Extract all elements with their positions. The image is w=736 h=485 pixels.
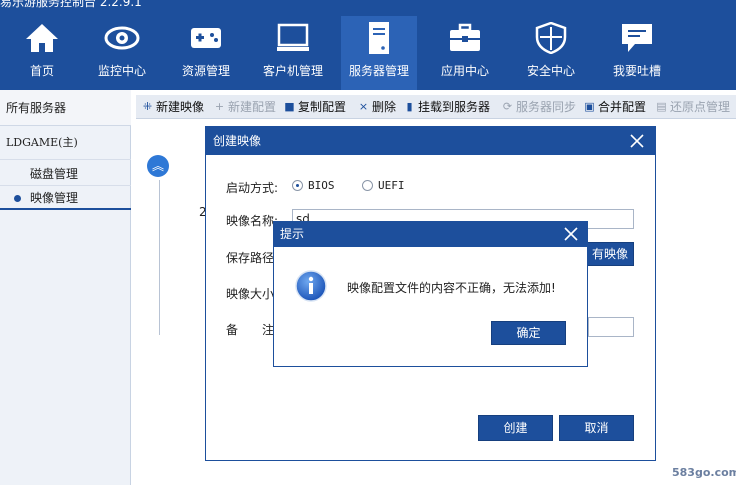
eye-icon xyxy=(104,26,140,50)
new-config-label: 新建配置 xyxy=(228,100,277,114)
nav-clients[interactable]: 客户机管理 xyxy=(251,16,335,90)
nav-monitor[interactable]: 监控中心 xyxy=(80,16,164,90)
copy-config-label: 复制配置 xyxy=(298,100,347,114)
delete-label: 删除 xyxy=(372,100,397,114)
new-image-label: 新建映像 xyxy=(156,100,205,114)
create-button[interactable]: 创建 xyxy=(478,415,553,441)
boot-mode-label: 启动方式: xyxy=(226,181,279,195)
sidebar-item-disk[interactable]: 磁盘管理 xyxy=(0,162,131,186)
info-icon xyxy=(295,270,327,302)
nav-monitor-label: 监控中心 xyxy=(97,64,146,78)
boot-bios-label: BIOS xyxy=(308,179,335,192)
watermark: 583go.com xyxy=(672,466,736,479)
alert-title: 提示 xyxy=(274,222,587,247)
nav-home-label: 首页 xyxy=(29,64,54,78)
server-sync-button[interactable]: ⟳ 服务器同步 xyxy=(500,95,576,119)
top-bar: 易乐游服务控制台 2.2.9.1 首页 监控中心 资源管理 客户机管理 服务器管… xyxy=(0,0,736,90)
boot-uefi-label: UEFI xyxy=(378,179,405,192)
sidebar-server-group[interactable]: LDGAME(主) xyxy=(0,126,131,160)
nav-apps[interactable]: 应用中心 xyxy=(423,16,507,90)
ok-button[interactable]: 确定 xyxy=(491,321,566,345)
alert-dialog: 提示 映像配置文件的内容不正确，无法添加! 确定 xyxy=(273,221,588,367)
nav-security[interactable]: 安全中心 xyxy=(509,16,593,90)
mount-server-label: 挂载到服务器 xyxy=(418,100,491,114)
nav-servers-label: 服务器管理 xyxy=(348,64,409,78)
merge-icon: ▣ xyxy=(584,100,595,113)
toolbar: ⁜ 新建映像 + 新建配置 ■ 复制配置 × 删除 ▮ 挂载到服务器 ⟳ 服务器… xyxy=(136,95,736,119)
nav-home[interactable]: 首页 xyxy=(0,16,84,90)
note-label: 备 注 xyxy=(226,323,275,337)
close-icon[interactable] xyxy=(627,131,647,151)
app-title: 易乐游服务控制台 2.2.9.1 xyxy=(0,0,142,9)
plus-icon: + xyxy=(214,100,225,113)
nav-resources[interactable]: 资源管理 xyxy=(164,16,248,90)
sync-icon: ⟳ xyxy=(502,100,513,113)
monitor-icon xyxy=(277,23,309,51)
mount-icon: ▮ xyxy=(406,100,413,113)
gamepad-icon xyxy=(191,28,221,48)
timeline-line xyxy=(159,180,160,335)
restore-point-label: 还原点管理 xyxy=(670,100,731,114)
delete-icon: × xyxy=(358,100,369,113)
toolbox-icon xyxy=(450,23,480,51)
copy-icon: ■ xyxy=(284,100,295,113)
merge-config-label: 合并配置 xyxy=(598,100,647,114)
sidebar-item-label: 磁盘管理 xyxy=(30,167,79,181)
nav-servers[interactable]: 服务器管理 xyxy=(341,16,417,90)
cancel-button[interactable]: 取消 xyxy=(559,415,634,441)
nav-feedback[interactable]: 我要吐槽 xyxy=(595,16,679,90)
boot-uefi-radio[interactable] xyxy=(362,180,373,191)
copy-config-button[interactable]: ■ 复制配置 xyxy=(282,95,346,119)
new-config-button[interactable]: + 新建配置 xyxy=(212,95,276,119)
nav-apps-label: 应用中心 xyxy=(440,64,489,78)
note-input[interactable] xyxy=(588,317,634,337)
sidebar-header[interactable]: 所有服务器 xyxy=(0,90,131,126)
nav-security-label: 安全中心 xyxy=(526,64,575,78)
boot-bios-radio[interactable] xyxy=(292,180,303,191)
nav-clients-label: 客户机管理 xyxy=(262,64,323,78)
image-name-label: 映像名称: xyxy=(226,214,279,228)
new-image-button[interactable]: ⁜ 新建映像 xyxy=(140,95,204,119)
server-icon xyxy=(369,22,389,54)
restore-icon: ▤ xyxy=(656,100,667,113)
alert-message: 映像配置文件的内容不正确，无法添加! xyxy=(347,281,556,295)
restore-point-button[interactable]: ▤ 还原点管理 xyxy=(654,95,730,119)
collapse-button[interactable]: ︽ xyxy=(147,155,169,177)
new-image-icon: ⁜ xyxy=(142,100,153,113)
merge-config-button[interactable]: ▣ 合并配置 xyxy=(582,95,646,119)
server-sync-label: 服务器同步 xyxy=(516,100,577,114)
nav-feedback-label: 我要吐槽 xyxy=(612,64,661,78)
nav-resources-label: 资源管理 xyxy=(181,64,230,78)
sidebar: 所有服务器 LDGAME(主) 磁盘管理 映像管理 xyxy=(0,90,131,485)
delete-button[interactable]: × 删除 xyxy=(356,95,396,119)
save-path-label: 保存路径 xyxy=(226,251,275,265)
existing-image-button[interactable]: 有映像 xyxy=(586,242,634,266)
shield-icon xyxy=(535,22,567,54)
chevron-up-icon: ︽ xyxy=(151,159,164,173)
close-icon[interactable] xyxy=(562,225,580,243)
sidebar-item-label: 映像管理 xyxy=(30,191,79,205)
feedback-icon xyxy=(622,24,652,52)
home-icon xyxy=(26,24,58,52)
image-size-label: 映像大小 xyxy=(226,287,275,301)
mount-server-button[interactable]: ▮ 挂载到服务器 xyxy=(402,95,490,119)
selected-dot-icon xyxy=(14,195,21,202)
sidebar-item-image[interactable]: 映像管理 xyxy=(0,186,131,210)
dialog-title: 创建映像 xyxy=(206,127,655,155)
